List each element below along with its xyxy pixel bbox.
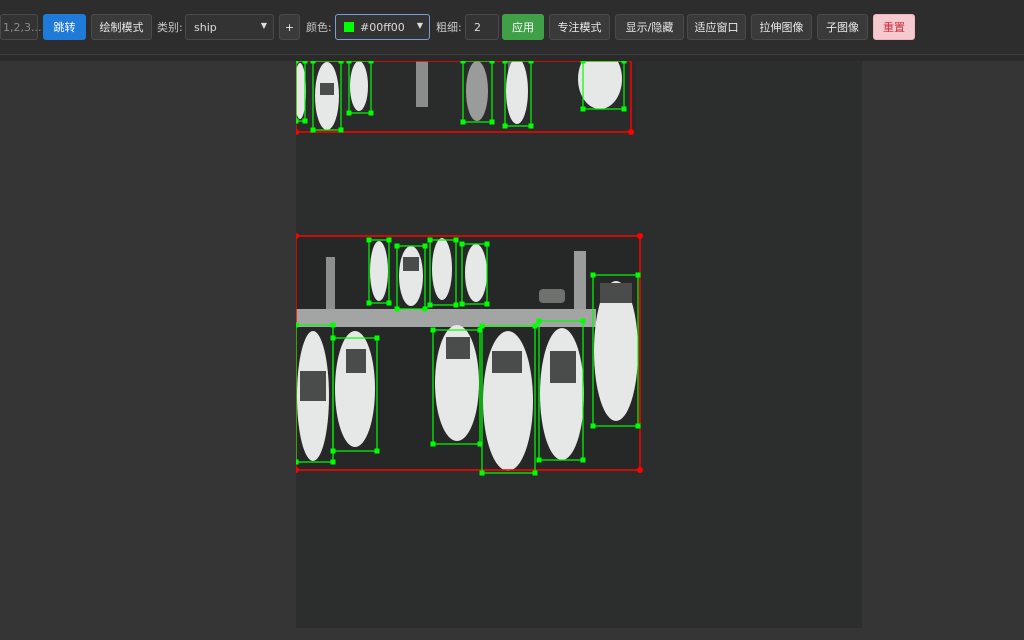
ship-box-handle[interactable] [296,118,299,124]
ship-box-handle[interactable] [346,61,352,64]
ship-box-handle[interactable] [484,301,490,307]
stretch-image-button[interactable]: 拉伸图像 [751,14,812,40]
ship-box-handle[interactable] [460,119,466,125]
ship-box-handle[interactable] [368,61,374,64]
ship-box-handle[interactable] [621,106,627,112]
image-canvas[interactable] [296,61,862,628]
ship-box-handle[interactable] [536,318,542,324]
ship-box-handle[interactable] [453,237,459,243]
thickness-value: 2 [474,20,481,34]
focus-mode-button[interactable]: 专注模式 [549,14,610,40]
ship-box-handle[interactable] [427,237,433,243]
ship-box-handle[interactable] [330,335,336,341]
ship-box-handle[interactable] [374,335,380,341]
ship-box-handle[interactable] [536,457,542,463]
color-select[interactable]: #00ff00 ▼ [335,14,430,40]
ship-box-handle[interactable] [386,300,392,306]
ship-box-handle[interactable] [330,459,336,465]
ship-box-handle[interactable] [394,243,400,249]
ship-box-handle[interactable] [374,448,380,454]
ship-box-handle[interactable] [580,106,586,112]
ship-box-handle[interactable] [386,237,392,243]
ship-box-handle[interactable] [453,302,459,308]
ship-box-handle[interactable] [310,61,316,64]
category-value: ship [194,20,217,34]
ship-box-handle[interactable] [302,118,308,124]
ship-box-handle[interactable] [422,306,428,312]
fit-window-button[interactable]: 适应窗口 [687,14,746,40]
ship-box-handle[interactable] [430,441,436,447]
ship-box-handle[interactable] [338,127,344,133]
ship-box-handle[interactable] [330,448,336,454]
ship-box-handle[interactable] [477,441,483,447]
thickness-label: 粗细: [436,21,462,34]
ship-box-handle[interactable] [368,110,374,116]
ship-box-handle[interactable] [590,423,596,429]
ship-box-handle[interactable] [296,61,299,64]
annotation-canvas[interactable] [296,61,862,628]
thickness-input[interactable]: 2 [465,14,499,40]
ship-box-handle[interactable] [422,243,428,249]
ship-box-handle[interactable] [394,306,400,312]
ship-box-handle[interactable] [459,301,465,307]
ship-box-handle[interactable] [528,61,534,64]
ship-box-handle[interactable] [580,457,586,463]
category-label: 类别: [157,21,183,34]
toolbar: 1,2,3... 跳转 绘制模式 类别: ship ▼ + 颜色: #00ff0… [0,0,1024,55]
ship-box-handle[interactable] [590,272,596,278]
toggle-visibility-button[interactable]: 显示/隐藏 [615,14,684,40]
ship-box-handle[interactable] [296,459,299,465]
ship-box-handle[interactable] [489,61,495,64]
ship-box-handle[interactable] [635,423,641,429]
ship-box-handle[interactable] [484,241,490,247]
ship-box-handle[interactable] [459,241,465,247]
ship-box-handle[interactable] [296,322,299,328]
color-value: #00ff00 [360,20,405,34]
color-label: 颜色: [306,21,332,34]
ship-box-handle[interactable] [346,110,352,116]
color-swatch-icon [344,22,354,32]
jump-button[interactable]: 跳转 [43,14,86,40]
ship-box-handle[interactable] [502,123,508,129]
ship-box-handle[interactable] [430,327,436,333]
ship-box-handle[interactable] [427,302,433,308]
ship-box-handle[interactable] [460,61,466,64]
ship-box-handle[interactable] [635,272,641,278]
ship-box-handle[interactable] [338,61,344,64]
ship-box-handle[interactable] [366,300,372,306]
ship-box-handle[interactable] [580,61,586,64]
ship-box-handle[interactable] [310,127,316,133]
ship-box-handle[interactable] [532,323,538,329]
add-category-button[interactable]: + [279,14,300,40]
ship-box-handle[interactable] [366,237,372,243]
ship-box-handle[interactable] [621,61,627,64]
draw-mode-button[interactable]: 绘制模式 [91,14,152,40]
index-input-placeholder: 1,2,3... [3,20,42,34]
ship-box-handle[interactable] [489,119,495,125]
ship-box-handle[interactable] [502,61,508,64]
ship-box-handle[interactable] [528,123,534,129]
ship-box-handle[interactable] [479,470,485,476]
category-select[interactable]: ship ▼ [185,14,274,40]
ship-box-handle[interactable] [302,61,308,64]
ship-box-handle[interactable] [479,323,485,329]
ship-box-handle[interactable] [532,470,538,476]
reset-button[interactable]: 重置 [873,14,915,40]
subimage-button[interactable]: 子图像 [817,14,868,40]
dropdown-caret-icon: ▼ [260,21,267,30]
index-input[interactable]: 1,2,3... [0,14,42,40]
ship-box-handle[interactable] [330,322,336,328]
apply-button[interactable]: 应用 [502,14,544,40]
dropdown-caret-icon: ▼ [416,21,423,30]
ship-box-handle[interactable] [580,318,586,324]
